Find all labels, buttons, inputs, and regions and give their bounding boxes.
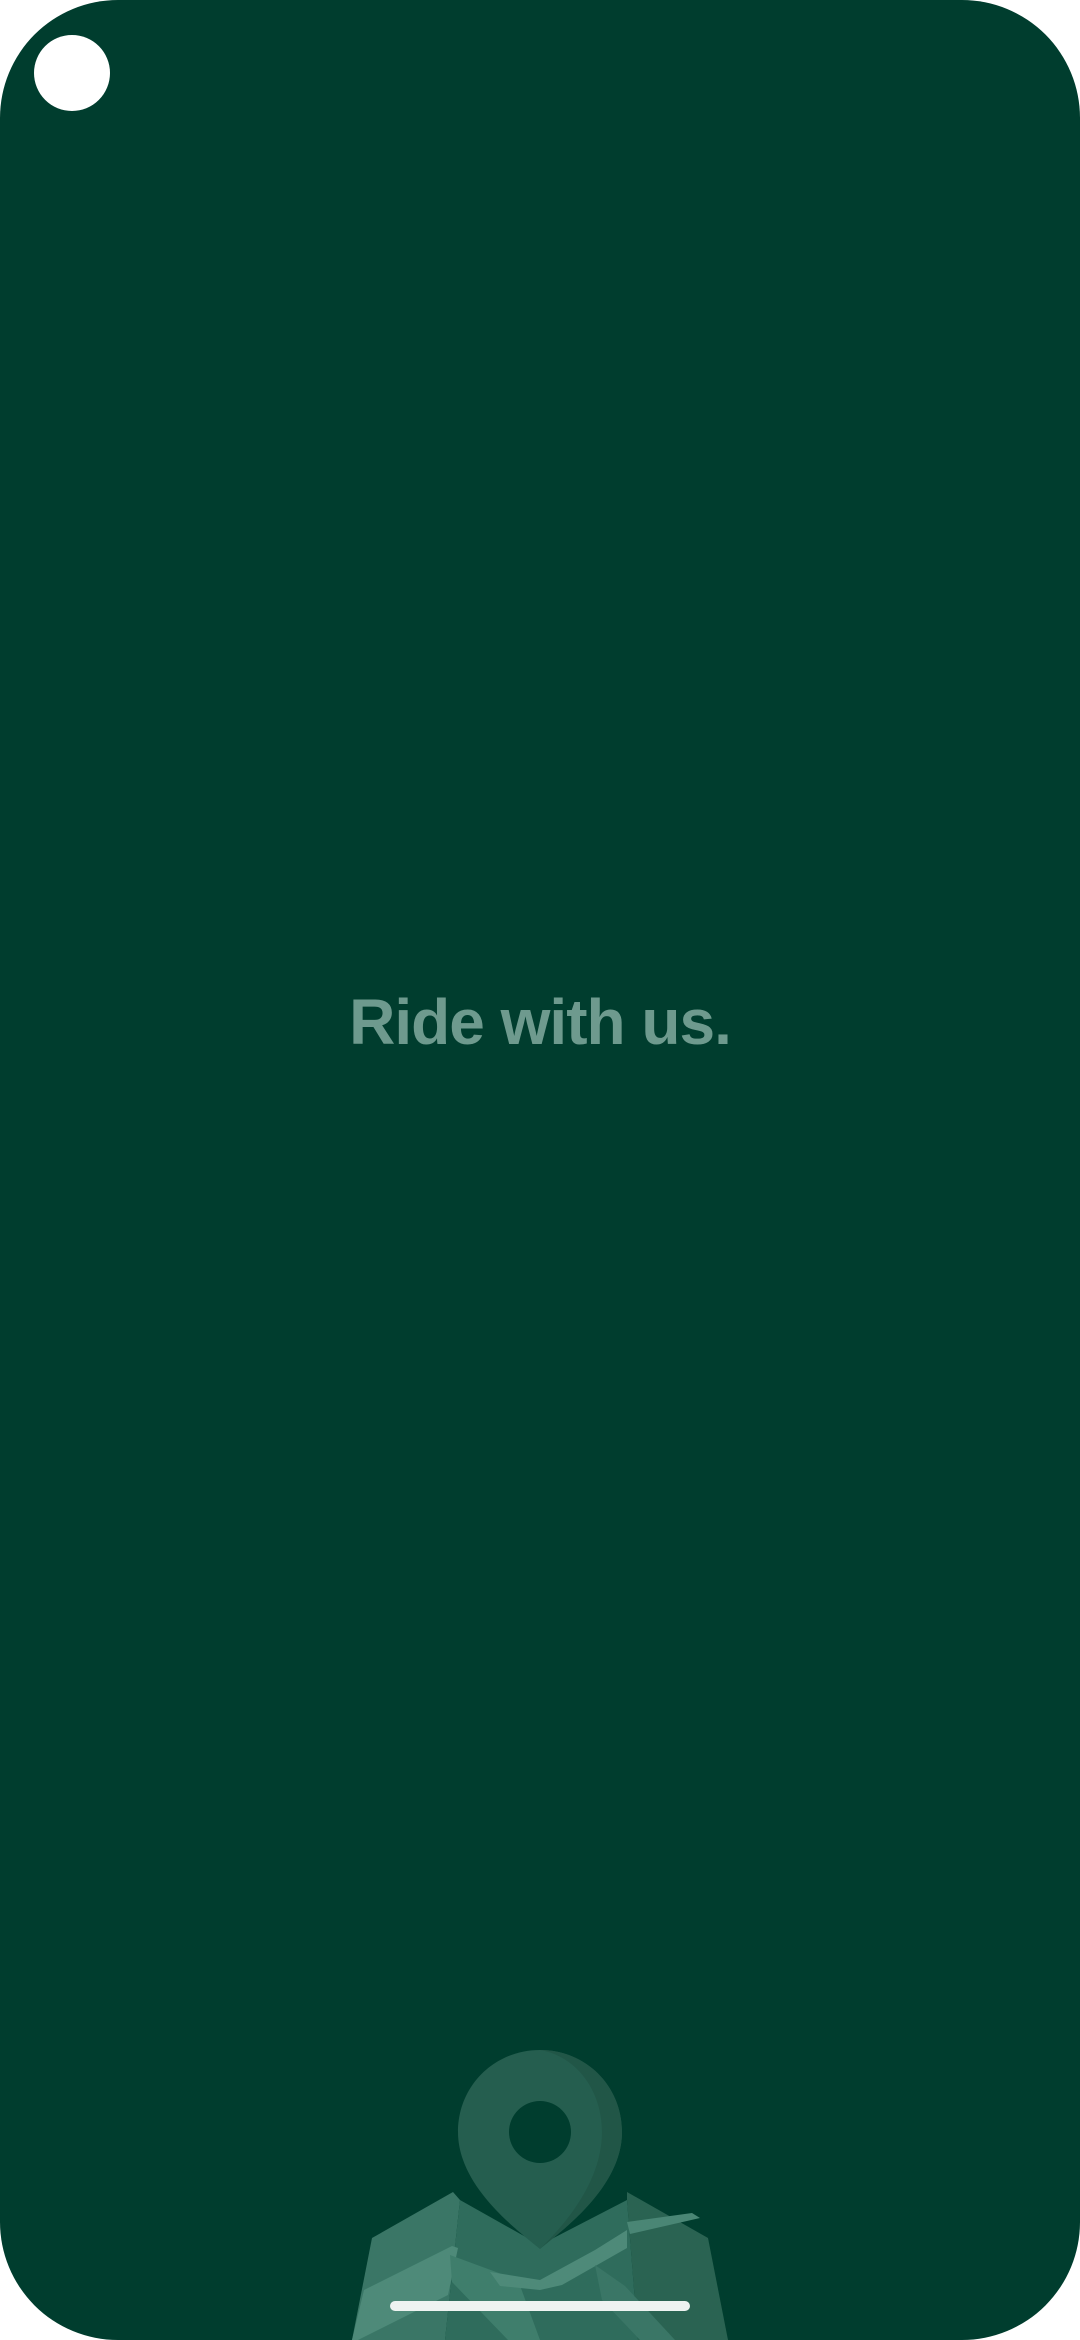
map-pin-hole [509,2101,571,2163]
splash-tagline: Ride with us. [349,986,732,1058]
home-indicator-bar[interactable] [390,2301,690,2311]
front-camera-cutout [34,35,110,111]
map-pin-icon [352,2050,728,2340]
splash-screen: Ride with us. [0,0,1080,2340]
